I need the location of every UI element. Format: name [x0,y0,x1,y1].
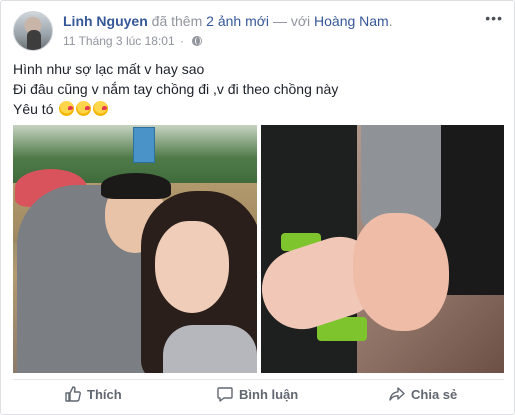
headline-period: . [388,13,393,29]
comment-label: Bình luận [239,386,299,402]
post-text: Hình như sợ lạc mất v hay sao Đi đâu cũn… [13,59,503,119]
globe-icon[interactable] [192,36,203,46]
share-button[interactable]: Chia sẻ [389,381,457,407]
photo-grid [13,125,504,373]
meta-dot: · [180,34,184,48]
photo-holding-hands[interactable] [261,125,504,373]
post-timestamp[interactable]: 11 Tháng 3 lúc 18:01 [63,34,175,48]
photo-couple-selfie[interactable] [13,125,257,373]
post-text-line: Yêu tó [13,99,503,119]
author-name[interactable]: Linh Nguyen [63,13,148,29]
like-label: Thích [87,386,122,402]
kissing-face-icon [59,101,75,116]
kissing-face-icon [76,101,92,116]
like-button[interactable]: Thích [65,381,122,407]
more-options-icon[interactable]: ••• [485,11,503,25]
post-header: Linh Nguyen đã thêm 2 ảnh mới — với Hoàn… [13,11,503,53]
comment-icon [217,387,233,402]
post-meta: 11 Tháng 3 lúc 18:01 · [63,34,203,48]
actions-divider [13,379,504,380]
post-text-line: Hình như sợ lạc mất v hay sao [13,61,205,77]
post-card: Linh Nguyen đã thêm 2 ảnh mới — với Hoàn… [0,0,515,415]
comment-button[interactable]: Bình luận [217,381,298,407]
post-headline: Linh Nguyen đã thêm 2 ảnh mới — với Hoàn… [63,13,393,29]
post-actions: Thích Bình luận Chia sẻ [13,381,504,407]
thumbs-up-icon [65,386,81,402]
with-separator: — với [272,13,311,29]
post-text-last: Yêu tó [13,101,54,117]
share-label: Chia sẻ [411,386,458,402]
kissing-face-icon [93,101,109,116]
action-text: đã thêm [151,13,203,29]
post-text-line: Đi đâu cũng v nắm tay chồng đi ,v đi the… [13,81,339,97]
avatar[interactable] [13,11,53,51]
share-icon [389,387,405,401]
tagged-friend[interactable]: Hoàng Nam [314,13,389,29]
photos-link[interactable]: 2 ảnh mới [206,13,269,29]
